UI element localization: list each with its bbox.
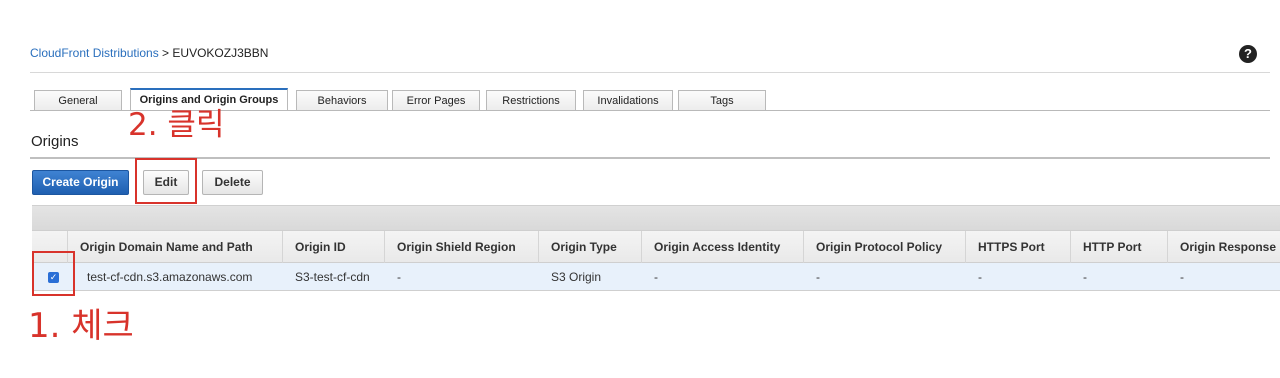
cell-origin-response: - [1180,270,1184,284]
column-header-origin-shield-region[interactable]: Origin Shield Region [385,231,539,263]
column-header-https-port[interactable]: HTTPS Port [966,231,1071,263]
section-title: Origins [31,133,79,150]
table-toolbar [32,205,1280,230]
cell-origin-access-identity: - [654,270,658,284]
column-header-origin-protocol-policy[interactable]: Origin Protocol Policy [804,231,966,263]
breadcrumb-separator: > [158,46,173,60]
column-header-origin-response[interactable]: Origin Response [1168,231,1280,263]
delete-button[interactable]: Delete [202,170,263,195]
column-header-origin-domain[interactable]: Origin Domain Name and Path [68,231,283,263]
annotation-step1-label: 1. 체크 [28,306,134,346]
cell-origin-shield-region: - [397,270,401,284]
breadcrumb-link-distributions[interactable]: CloudFront Distributions [30,46,159,60]
cell-http-port: - [1083,270,1087,284]
tab-general[interactable]: General [34,90,122,111]
cell-origin-domain: test-cf-cdn.s3.amazonaws.com [87,270,253,284]
divider [30,72,1270,73]
tab-restrictions[interactable]: Restrictions [486,90,576,111]
origins-table: Origin Domain Name and Path Origin ID Or… [32,205,1280,291]
tab-behaviors[interactable]: Behaviors [296,90,388,111]
help-icon[interactable]: ? [1239,45,1257,63]
cell-origin-id: S3-test-cf-cdn [295,270,370,284]
section-divider [30,157,1270,159]
breadcrumb: CloudFront Distributions > EUVOKOZJ3BBN [30,46,268,60]
breadcrumb-current: EUVOKOZJ3BBN [172,46,269,60]
table-header-row: Origin Domain Name and Path Origin ID Or… [32,230,1280,263]
tab-tags[interactable]: Tags [678,90,766,111]
create-origin-button[interactable]: Create Origin [32,170,129,195]
tab-invalidations[interactable]: Invalidations [583,90,673,111]
cell-origin-type: S3 Origin [551,270,602,284]
annotation-box-edit [135,158,197,204]
column-header-origin-id[interactable]: Origin ID [283,231,385,263]
annotation-box-checkbox [32,251,75,296]
tab-error-pages[interactable]: Error Pages [392,90,480,111]
column-header-http-port[interactable]: HTTP Port [1071,231,1168,263]
cell-origin-protocol-policy: - [816,270,820,284]
annotation-step2-label: 2. 클릭 [128,107,225,143]
column-header-origin-type[interactable]: Origin Type [539,231,642,263]
cell-https-port: - [978,270,982,284]
table-row[interactable]: ✓ test-cf-cdn.s3.amazonaws.com S3-test-c… [32,263,1280,291]
column-header-origin-access-identity[interactable]: Origin Access Identity [642,231,804,263]
